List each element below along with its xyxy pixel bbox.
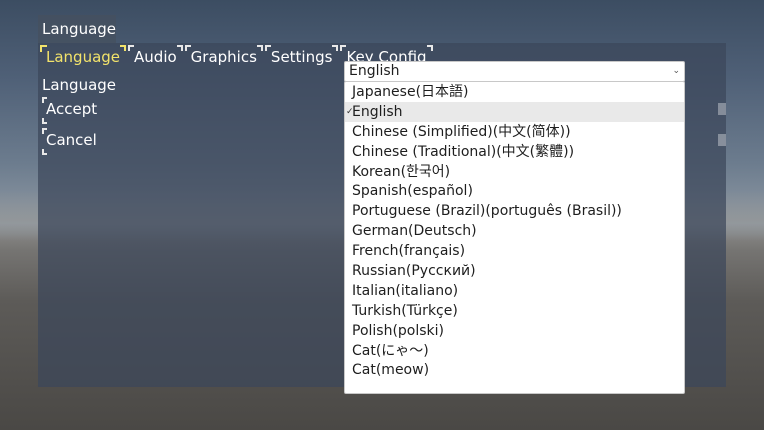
language-label: Language [42,76,117,94]
cancel-button-edge [718,134,726,146]
language-option[interactable]: Polish(polski) [345,321,684,341]
language-select-value: English [349,63,400,79]
language-option[interactable]: Chinese (Simplified)(中文(简体)) [345,122,684,142]
tab-settings[interactable]: Settings [264,43,339,71]
tab-audio[interactable]: Audio [128,43,183,71]
language-option[interactable]: Cat(meow) [345,360,684,380]
chevron-down-icon: ⌄ [672,66,680,76]
language-option[interactable]: Japanese(日本語) [345,82,684,102]
language-option[interactable]: Korean(한국어) [345,162,684,182]
language-option[interactable]: Portuguese (Brazil)(português (Brasil)) [345,201,684,221]
language-option[interactable]: French(français) [345,241,684,261]
language-option[interactable]: Turkish(Türkçe) [345,301,684,321]
checkmark-icon: ✓ [346,106,354,117]
language-option[interactable]: German(Deutsch) [345,221,684,241]
language-option[interactable]: Italian(italiano) [345,281,684,301]
language-option[interactable]: Spanish(español) [345,181,684,201]
language-option[interactable]: Russian(Русский) [345,261,684,281]
language-option[interactable]: Cat(にゃ〜) [345,341,684,361]
language-option[interactable]: Chinese (Traditional)(中文(繁體)) [345,142,684,162]
language-option-label: English [352,103,403,120]
language-option-selected[interactable]: ✓ English [345,101,684,122]
cancel-button[interactable]: Cancel [42,128,116,155]
tab-graphics[interactable]: Graphics [184,43,264,71]
accept-button[interactable]: Accept [42,97,116,124]
tab-language[interactable]: Language [40,43,127,71]
language-dropdown-list: Japanese(日本語) ✓ English Chinese (Simplifi… [344,81,685,394]
accept-button-edge [718,103,726,115]
language-select[interactable]: English ⌄ [344,61,685,82]
window-title: Language [38,15,116,43]
